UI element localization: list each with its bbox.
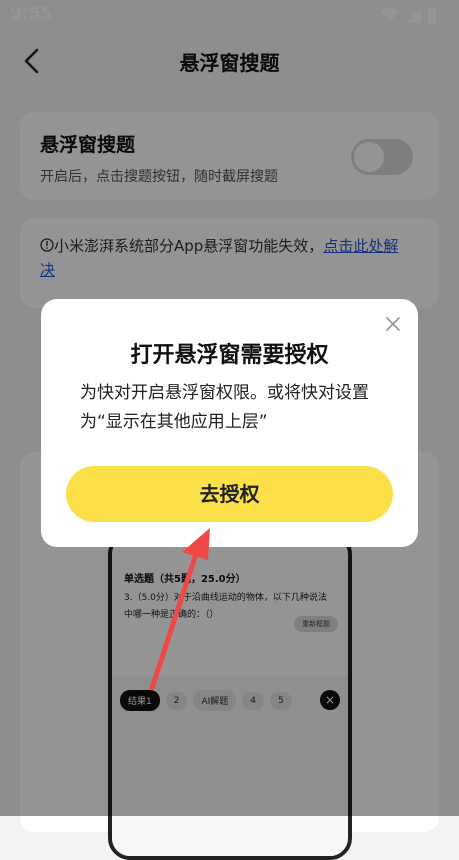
- close-icon[interactable]: [384, 315, 402, 333]
- authorize-button[interactable]: 去授权: [66, 466, 393, 522]
- dialog-text: 为快对开启悬浮窗权限。或将快对设置为“显示在其他应用上层”: [80, 383, 369, 432]
- dialog-title: 打开悬浮窗需要授权: [130, 343, 329, 368]
- permission-dialog: 打开悬浮窗需要授权 为快对开启悬浮窗权限。或将快对设置为“显示在其他应用上层” …: [41, 299, 418, 547]
